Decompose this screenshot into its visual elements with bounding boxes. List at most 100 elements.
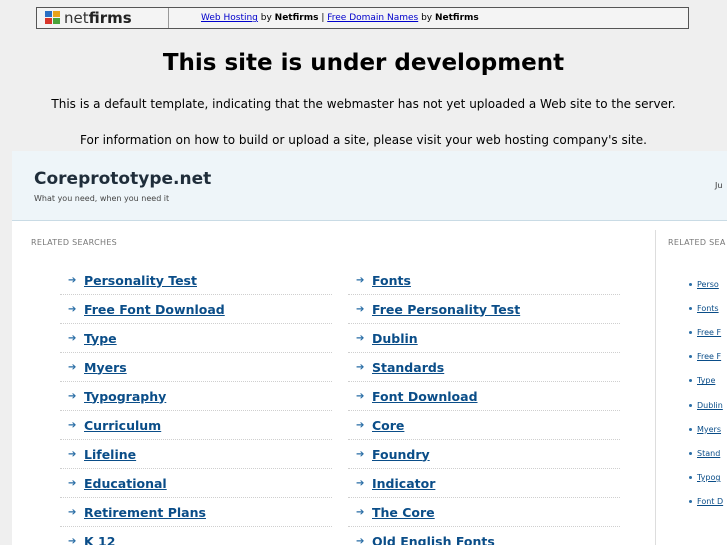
arrow-icon: ➔ — [68, 332, 77, 344]
related-search-item[interactable]: ➔ Lifeline — [60, 440, 332, 469]
side-related-link[interactable]: Stand — [697, 449, 720, 458]
related-search-link[interactable]: Old English Fonts — [372, 534, 495, 545]
side-related-link[interactable]: Perso — [697, 280, 719, 289]
related-search-item[interactable]: ➔ Myers — [60, 353, 332, 382]
related-searches-label: RELATED SEARCHES — [31, 238, 118, 247]
side-related-link[interactable]: Free F — [697, 352, 721, 361]
related-searches-side-label: RELATED SEA — [668, 238, 726, 247]
logo-text-firms: firms — [88, 9, 132, 27]
related-search-item[interactable]: ➔ Font Download — [348, 382, 620, 411]
related-search-link[interactable]: Curriculum — [84, 418, 161, 433]
related-search-item[interactable]: ➔ Educational — [60, 469, 332, 498]
side-related-item[interactable]: Free F — [689, 320, 723, 344]
side-related-item[interactable]: Perso — [689, 272, 723, 296]
web-hosting-link[interactable]: Web Hosting — [201, 13, 258, 23]
arrow-icon: ➔ — [356, 361, 365, 373]
related-search-link[interactable]: Standards — [372, 360, 444, 375]
side-related-item[interactable]: Dublin — [689, 393, 723, 417]
page-heading: This site is under development — [162, 50, 565, 76]
related-search-item[interactable]: ➔ Core — [348, 411, 620, 440]
related-search-item[interactable]: ➔ The Core — [348, 498, 620, 527]
side-related-link[interactable]: Font D — [697, 497, 723, 506]
related-search-link[interactable]: Personality Test — [84, 273, 197, 288]
arrow-icon: ➔ — [68, 477, 77, 489]
bullet-icon — [689, 451, 692, 455]
related-search-item[interactable]: ➔ Curriculum — [60, 411, 332, 440]
bullet-icon — [689, 355, 692, 359]
related-search-link[interactable]: Core — [372, 418, 404, 433]
site-title[interactable]: Coreprototype.net — [34, 169, 211, 189]
arrow-icon: ➔ — [68, 535, 77, 545]
related-search-link[interactable]: Dublin — [372, 331, 418, 346]
related-search-link[interactable]: Indicator — [372, 476, 435, 491]
bullet-icon — [689, 330, 692, 334]
arrow-icon: ➔ — [68, 506, 77, 518]
arrow-icon: ➔ — [356, 332, 365, 344]
netfirms-logo[interactable]: net firms — [37, 8, 169, 28]
free-domain-link[interactable]: Free Domain Names — [327, 13, 418, 23]
side-related-item[interactable]: Myers — [689, 417, 723, 441]
default-template-message: This is a default template, indicating t… — [51, 97, 676, 111]
by-text-1: by — [257, 13, 275, 23]
related-search-link[interactable]: K 12 — [84, 534, 115, 545]
brand-netfirms-2: Netfirms — [434, 13, 479, 23]
related-search-item[interactable]: ➔ Fonts — [348, 266, 620, 295]
related-right-column: ➔ Fonts ➔ Free Personality Test ➔ Dublin ➔ Stan… — [348, 266, 620, 545]
related-search-link[interactable]: Lifeline — [84, 447, 136, 462]
related-search-item[interactable]: ➔ Old English Fonts — [348, 527, 620, 545]
related-left-column: ➔ Personality Test ➔ Free Font Download ➔ Typ… — [60, 266, 332, 545]
related-search-link[interactable]: Typography — [84, 389, 166, 404]
bullet-icon — [689, 282, 692, 286]
bullet-icon — [689, 403, 692, 407]
related-search-link[interactable]: Free Personality Test — [372, 302, 520, 317]
related-search-item[interactable]: ➔ Standards — [348, 353, 620, 382]
related-search-link[interactable]: Fonts — [372, 273, 411, 288]
related-search-item[interactable]: ➔ Indicator — [348, 469, 620, 498]
side-related-item[interactable]: Type — [689, 369, 723, 393]
related-search-item[interactable]: ➔ Personality Test — [60, 266, 332, 295]
side-related-item[interactable]: Stand — [689, 441, 723, 465]
bullet-icon — [689, 306, 692, 310]
side-related-item[interactable]: Free F — [689, 345, 723, 369]
related-search-link[interactable]: Font Download — [372, 389, 478, 404]
arrow-icon: ➔ — [68, 303, 77, 315]
related-search-link[interactable]: Retirement Plans — [84, 505, 206, 520]
related-search-link[interactable]: Foundry — [372, 447, 430, 462]
netfirms-links: Web Hosting by Netfirms | Free Domain Na… — [169, 13, 479, 23]
arrow-icon: ➔ — [68, 361, 77, 373]
related-search-link[interactable]: Educational — [84, 476, 167, 491]
hosting-info-message: For information on how to build or uploa… — [80, 133, 647, 147]
arrow-icon: ➔ — [356, 419, 365, 431]
parked-page: Coreprototype.net What you need, when yo… — [12, 151, 727, 545]
related-search-link[interactable]: The Core — [372, 505, 435, 520]
side-related-link[interactable]: Type — [697, 376, 715, 385]
related-search-link[interactable]: Type — [84, 331, 117, 346]
related-search-item[interactable]: ➔ Dublin — [348, 324, 620, 353]
arrow-icon: ➔ — [356, 448, 365, 460]
bullet-icon — [689, 476, 692, 480]
side-related-link[interactable]: Fonts — [697, 304, 719, 313]
side-related-link[interactable]: Free F — [697, 328, 721, 337]
side-related-item[interactable]: Typog — [689, 466, 723, 490]
related-search-link[interactable]: Free Font Download — [84, 302, 225, 317]
related-search-item[interactable]: ➔ Retirement Plans — [60, 498, 332, 527]
related-search-item[interactable]: ➔ Foundry — [348, 440, 620, 469]
related-search-item[interactable]: ➔ Free Personality Test — [348, 295, 620, 324]
related-search-item[interactable]: ➔ Free Font Download — [60, 295, 332, 324]
related-search-link[interactable]: Myers — [84, 360, 127, 375]
related-search-item[interactable]: ➔ K 12 — [60, 527, 332, 545]
side-related-item[interactable]: Fonts — [689, 296, 723, 320]
side-related-item[interactable]: Font D — [689, 490, 723, 514]
column-divider — [655, 230, 656, 545]
arrow-icon: ➔ — [356, 477, 365, 489]
arrow-icon: ➔ — [68, 448, 77, 460]
side-related-link[interactable]: Typog — [697, 473, 720, 482]
side-related-link[interactable]: Dublin — [697, 401, 723, 410]
by-text-2: by — [418, 13, 435, 23]
logo-text-net: net — [64, 9, 89, 27]
related-search-item[interactable]: ➔ Typography — [60, 382, 332, 411]
side-related-link[interactable]: Myers — [697, 425, 721, 434]
netfirms-logo-icon — [45, 11, 61, 25]
netfirms-bar: net firms Web Hosting by Netfirms | Free … — [36, 7, 689, 29]
related-search-item[interactable]: ➔ Type — [60, 324, 332, 353]
